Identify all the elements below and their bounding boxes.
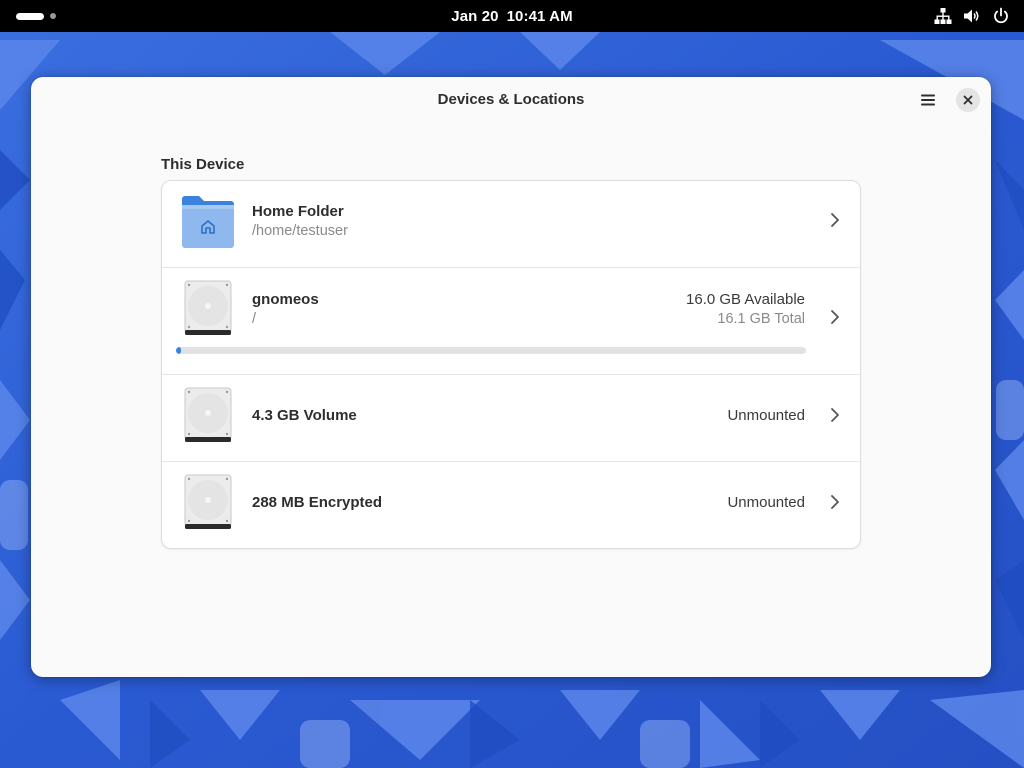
network-wired-icon [933, 7, 952, 26]
device-list: Home Folder /home/testuser gnomeos / 16.… [161, 180, 861, 549]
device-status: Unmounted [727, 407, 805, 424]
top-bar: Jan 20 10:41 AM [0, 0, 1024, 32]
chevron-right-icon [831, 408, 839, 422]
window-title: Devices & Locations [437, 91, 585, 108]
device-name: gnomeos [252, 291, 319, 308]
header-bar: Devices & Locations [31, 77, 991, 123]
chevron-right-icon [831, 310, 839, 324]
device-mount-point: / [252, 311, 257, 327]
system-status-menu[interactable] [933, 0, 1010, 32]
device-row-home-folder[interactable]: Home Folder /home/testuser [162, 181, 860, 267]
device-row-gnomeos[interactable]: gnomeos / 16.0 GB Available 16.1 GB Tota… [162, 267, 860, 374]
harddisk-icon [184, 387, 232, 442]
clock-time: 10:41 AM [506, 7, 573, 25]
chevron-right-icon [831, 495, 839, 509]
main-menu-button[interactable] [915, 87, 941, 113]
chevron-right-icon [831, 213, 839, 227]
harddisk-icon [184, 474, 232, 529]
power-icon [991, 7, 1010, 26]
close-icon [963, 95, 973, 105]
devices-locations-window: Devices & Locations This Device Home Fol… [31, 77, 991, 677]
device-status: Unmounted [727, 494, 805, 511]
close-button[interactable] [956, 88, 980, 112]
device-available: 16.0 GB Available [686, 291, 805, 308]
clock-button[interactable]: Jan 20 10:41 AM [0, 0, 1024, 32]
disk-usage-bar [176, 347, 806, 354]
device-total: 16.1 GB Total [717, 311, 805, 327]
device-row-288-mb-encrypted[interactable]: 288 MB Encrypted Unmounted [162, 461, 860, 548]
clock-date: Jan 20 [451, 7, 499, 25]
section-heading-this-device: This Device [161, 156, 245, 173]
device-name: 288 MB Encrypted [252, 494, 383, 511]
device-path: /home/testuser [252, 223, 348, 239]
volume-icon [962, 7, 981, 26]
device-name: 4.3 GB Volume [252, 407, 357, 424]
device-row-4-3-gb-volume[interactable]: 4.3 GB Volume Unmounted [162, 374, 860, 461]
device-name: Home Folder [252, 203, 344, 220]
disk-usage-fill [176, 347, 182, 354]
hamburger-menu-icon [921, 94, 935, 106]
harddisk-icon [184, 280, 232, 335]
home-folder-icon [182, 196, 234, 248]
